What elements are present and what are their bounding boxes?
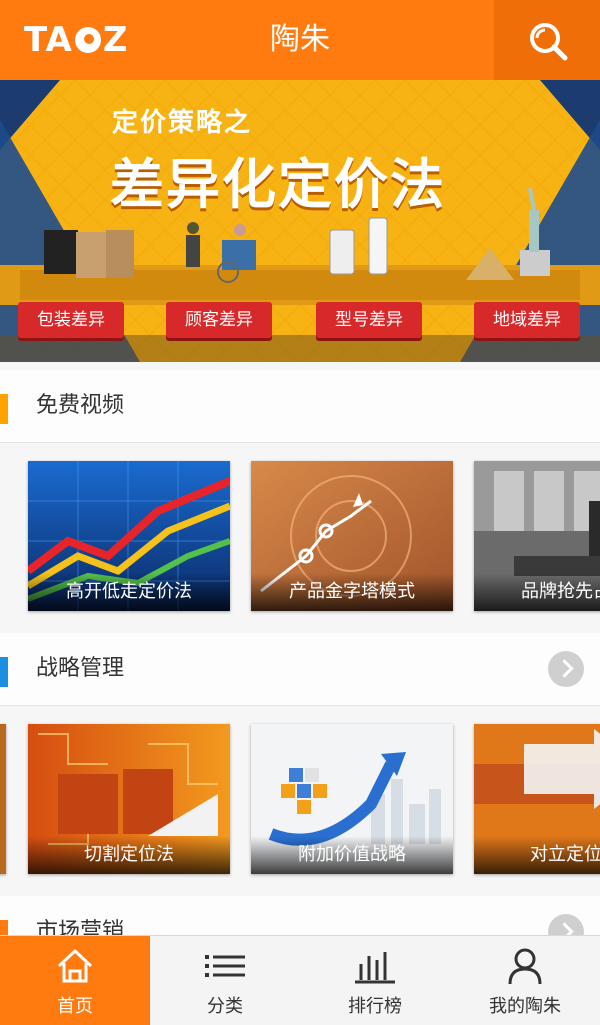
section-strategy-header[interactable]: 战略管理	[0, 633, 600, 706]
video-card[interactable]: 品牌抢先占位	[474, 461, 600, 611]
list-icon	[205, 955, 245, 977]
video-title: 高开低走定价法	[28, 573, 230, 611]
free-videos-carousel[interactable]: 高开低走定价法 产品金字塔模式 品牌抢先占位	[0, 443, 600, 633]
banner-label-packaging: 包装差异	[18, 302, 124, 338]
video-card[interactable]: 高开低走定价法	[28, 461, 230, 611]
video-card[interactable]: 对立定位法	[474, 724, 600, 874]
tab-label: 分类	[207, 996, 243, 1017]
section-title: 战略管理	[36, 656, 125, 681]
section-color-bar	[0, 657, 8, 687]
tab-ranking[interactable]: 排行榜	[300, 936, 450, 1025]
home-icon	[57, 949, 93, 983]
search-icon	[530, 23, 568, 61]
tab-label: 我的陶朱	[489, 996, 561, 1017]
tab-my-taozhu[interactable]: 我的陶朱	[450, 936, 600, 1025]
tab-label: 首页	[57, 996, 93, 1017]
more-arrow-icon[interactable]	[548, 651, 584, 687]
top-bar: TA Z 陶朱	[0, 0, 600, 80]
banner-headline: 差异化定价法	[110, 153, 446, 216]
video-title: 附加价值战略	[251, 836, 453, 874]
strategy-carousel[interactable]: 切割定位法 附加价值战略 对立定位法	[0, 706, 600, 896]
video-title: 对立定位法	[474, 836, 600, 874]
search-button[interactable]	[494, 0, 600, 80]
ranking-icon	[355, 952, 395, 984]
video-card[interactable]: 产品金字塔模式	[251, 461, 453, 611]
bottom-tab-bar: 首页 分类 排行榜 我的陶朱	[0, 935, 600, 1025]
video-title: 产品金字塔模式	[251, 573, 453, 611]
video-card[interactable]	[0, 724, 6, 874]
tab-label: 排行榜	[348, 996, 402, 1017]
banner-label-region: 地域差异	[474, 302, 580, 338]
banner-label-customer: 顾客差异	[166, 302, 272, 338]
video-title: 品牌抢先占位	[474, 573, 600, 611]
tab-category[interactable]: 分类	[150, 936, 300, 1025]
video-card[interactable]: 附加价值战略	[251, 724, 453, 874]
video-card[interactable]: 切割定位法	[28, 724, 230, 874]
video-title: 切割定位法	[28, 836, 230, 874]
tab-home[interactable]: 首页	[0, 936, 150, 1025]
user-icon	[508, 948, 542, 985]
section-color-bar	[0, 394, 8, 424]
banner-label-model: 型号差异	[316, 302, 422, 338]
promo-banner[interactable]: 定价策略之 差异化定价法 包装差异 顾客差异 型号差异 地域差异	[0, 80, 600, 362]
section-free-videos-header[interactable]: 免费视频	[0, 370, 600, 443]
section-title: 免费视频	[36, 393, 125, 418]
video-thumbnail	[0, 724, 6, 874]
banner-subtitle: 定价策略之	[112, 108, 253, 138]
